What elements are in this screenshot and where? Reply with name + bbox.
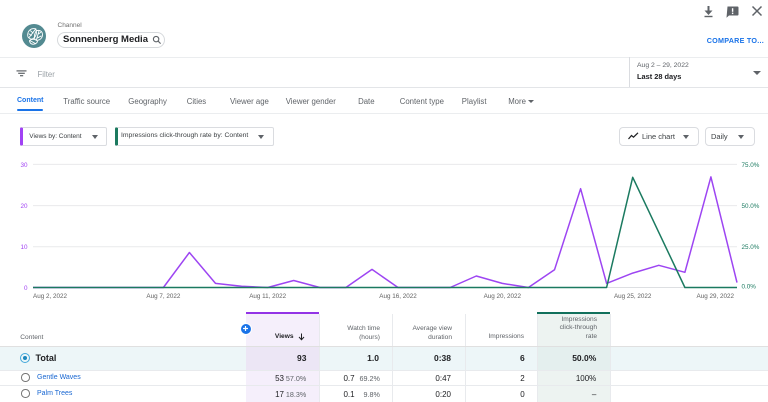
svg-text:30: 30: [20, 162, 28, 169]
svg-text:20: 20: [20, 203, 28, 210]
svg-text:Aug 11, 2022: Aug 11, 2022: [249, 293, 286, 300]
svg-text:Aug 29, 2022: Aug 29, 2022: [697, 293, 735, 300]
svg-text:50.0%: 50.0%: [742, 203, 760, 210]
svg-text:0: 0: [24, 285, 28, 292]
svg-text:Aug 16, 2022: Aug 16, 2022: [379, 293, 417, 300]
svg-text:Aug 25, 2022: Aug 25, 2022: [614, 293, 652, 300]
svg-text:10: 10: [20, 244, 28, 251]
svg-text:Aug 20, 2022: Aug 20, 2022: [484, 293, 522, 300]
svg-text:0.0%: 0.0%: [742, 284, 757, 291]
svg-text:Aug 7, 2022: Aug 7, 2022: [146, 293, 180, 300]
svg-text:75.0%: 75.0%: [742, 162, 760, 169]
svg-text:25.0%: 25.0%: [742, 244, 760, 251]
svg-text:Aug 2, 2022: Aug 2, 2022: [33, 293, 67, 300]
